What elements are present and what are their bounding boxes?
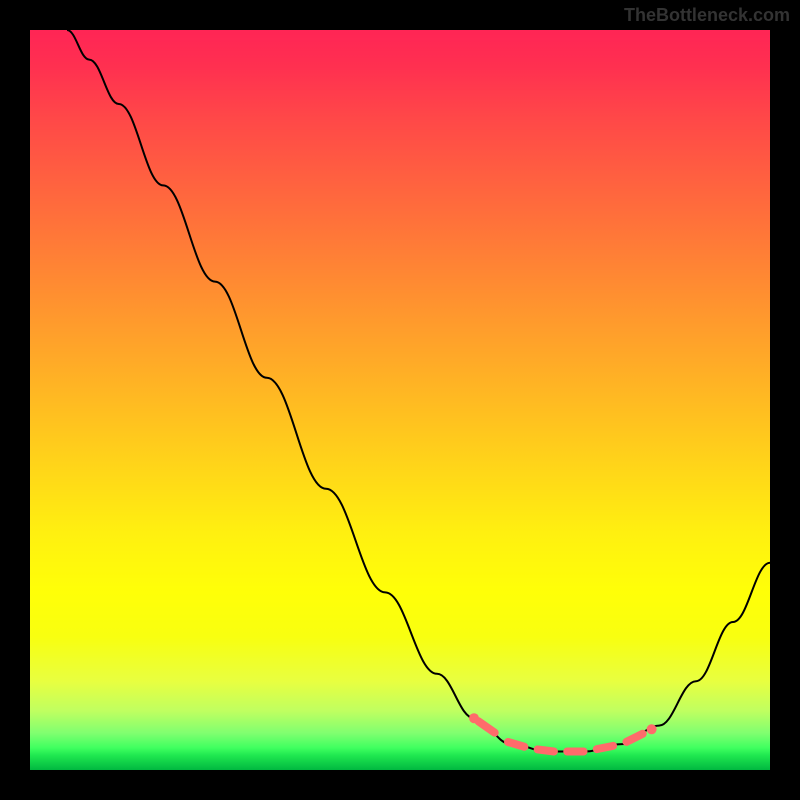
range-dash xyxy=(626,734,642,742)
range-endpoint-dot xyxy=(647,724,657,734)
optimal-range-markers xyxy=(469,713,657,751)
range-dash xyxy=(597,746,613,749)
bottleneck-curve xyxy=(67,30,770,752)
range-dash xyxy=(508,742,524,747)
range-dash xyxy=(478,721,494,732)
chart-curve xyxy=(30,30,770,770)
watermark-text: TheBottleneck.com xyxy=(624,5,790,26)
range-dash xyxy=(538,749,554,751)
chart-plot-area xyxy=(30,30,770,770)
